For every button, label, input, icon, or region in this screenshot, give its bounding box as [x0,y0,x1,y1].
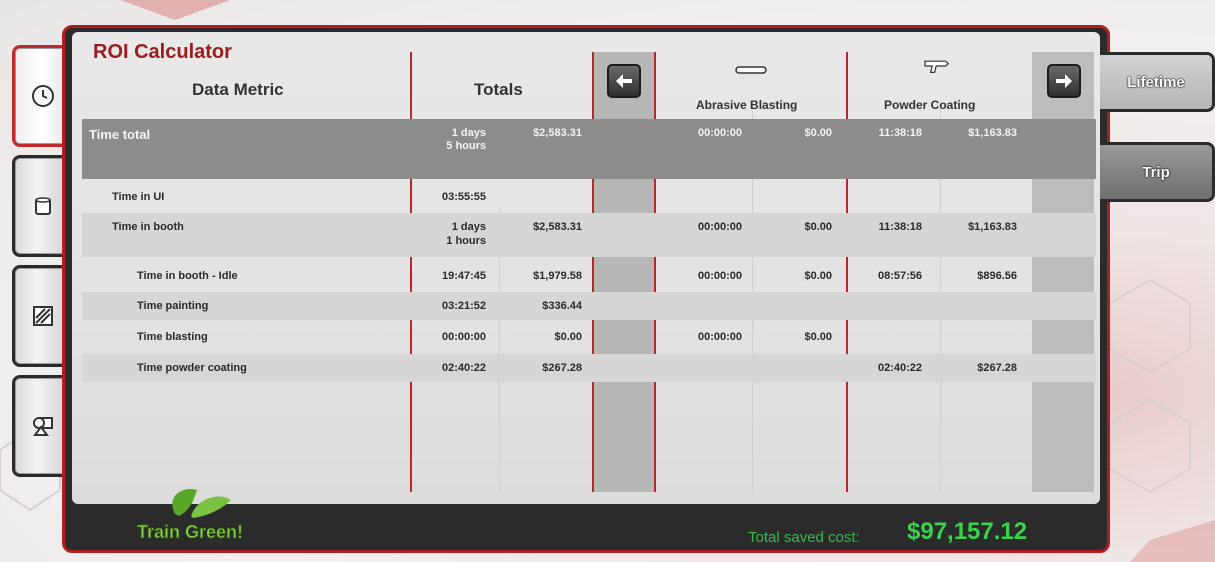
paint-can-icon [34,197,51,215]
totals-cost: $1,979.58 [533,270,582,282]
tab-trip[interactable]: Trip [1100,142,1215,202]
totals-cost: $336.44 [542,300,582,312]
table-row[interactable]: Time powder coating 02:40:22 $267.28 02:… [82,354,1096,382]
totals-time: 00:00:00 [441,331,486,343]
page-title: ROI Calculator [93,41,232,63]
powder-cost: $896.56 [977,270,1017,282]
table-row[interactable]: Time in booth - Idle 19:47:45 $1,979.58 … [82,262,1096,290]
header-data-metric: Data Metric [192,80,284,99]
totals-cost: $0.00 [554,331,582,343]
logo-text: Train Green! [137,522,243,542]
powder-time: 11:38:18 [878,221,922,233]
texture-icon [32,306,53,326]
table-row[interactable]: Time total 1 days 5 hours $2,583.31 00:0… [82,119,1096,179]
totals-time: 19:47:45 [441,270,486,282]
totals-time-extra: 5 hours [446,140,486,152]
row-label: Time powder coating [137,362,247,374]
totals-cost: $2,583.31 [533,127,582,139]
table-row[interactable]: Time painting 03:21:52 $336.44 [82,292,1096,320]
row-label: Time painting [137,300,209,312]
header-powder-coating: Powder Coating [884,98,976,112]
blasting-cost: $0.00 [804,331,832,343]
tab-lifetime[interactable]: Lifetime [1100,52,1215,112]
totals-time: 03:21:52 [441,300,486,312]
blasting-time: 00:00:00 [697,221,742,233]
arrow-left-icon [616,74,632,88]
train-green-logo: Train Green! [137,489,243,542]
blasting-nozzle-icon [735,66,767,74]
powder-cost: $267.28 [977,362,1017,374]
totals-cost: $267.28 [542,362,582,374]
blasting-cost: $0.00 [804,221,832,233]
shapes-icon [32,417,53,436]
blasting-time: 00:00:00 [697,127,742,139]
powder-cost: $1,163.83 [968,127,1017,139]
table-row[interactable]: Time blasting 00:00:00 $0.00 00:00:00 $0… [82,323,1096,351]
header-totals: Totals [474,80,523,99]
blasting-cost: $0.00 [804,127,832,139]
next-arrow-button[interactable] [1047,64,1081,98]
total-saved-value: $97,157.12 [907,518,1028,545]
roi-panel: ROI Calculator Data Metric Totals Abrasi… [62,25,1110,553]
row-label: Time in booth [112,221,184,233]
blasting-time: 00:00:00 [697,270,742,282]
totals-time-extra: 1 hours [446,235,486,247]
table-row[interactable]: Time in booth 1 days 1 hours $2,583.31 0… [82,213,1096,257]
blasting-cost: $0.00 [804,270,832,282]
totals-cost: $2,583.31 [533,221,582,233]
row-label: Time in booth - Idle [137,270,238,282]
powder-gun-icon [924,60,950,73]
arrow-right-icon [1056,74,1072,88]
header-abrasive-blasting: Abrasive Blasting [696,98,798,112]
totals-time: 1 days [451,221,486,233]
clock-icon [31,85,54,107]
powder-cost: $1,163.83 [968,221,1017,233]
row-label: Time blasting [137,331,208,343]
row-label: Time in UI [112,191,165,203]
totals-time: 02:40:22 [441,362,486,374]
totals-time: 1 days [451,127,486,139]
totals-time: 03:55:55 [441,191,486,203]
powder-time: 11:38:18 [878,127,922,139]
powder-time: 02:40:22 [877,362,922,374]
table-row[interactable]: Time in UI 03:55:55 [82,185,1096,211]
powder-time: 08:57:56 [877,270,922,282]
prev-arrow-button[interactable] [607,64,641,98]
table-area: ROI Calculator Data Metric Totals Abrasi… [72,32,1100,504]
total-saved-label: Total saved cost: [748,529,860,546]
blasting-time: 00:00:00 [697,331,742,343]
row-label: Time total [89,127,151,142]
